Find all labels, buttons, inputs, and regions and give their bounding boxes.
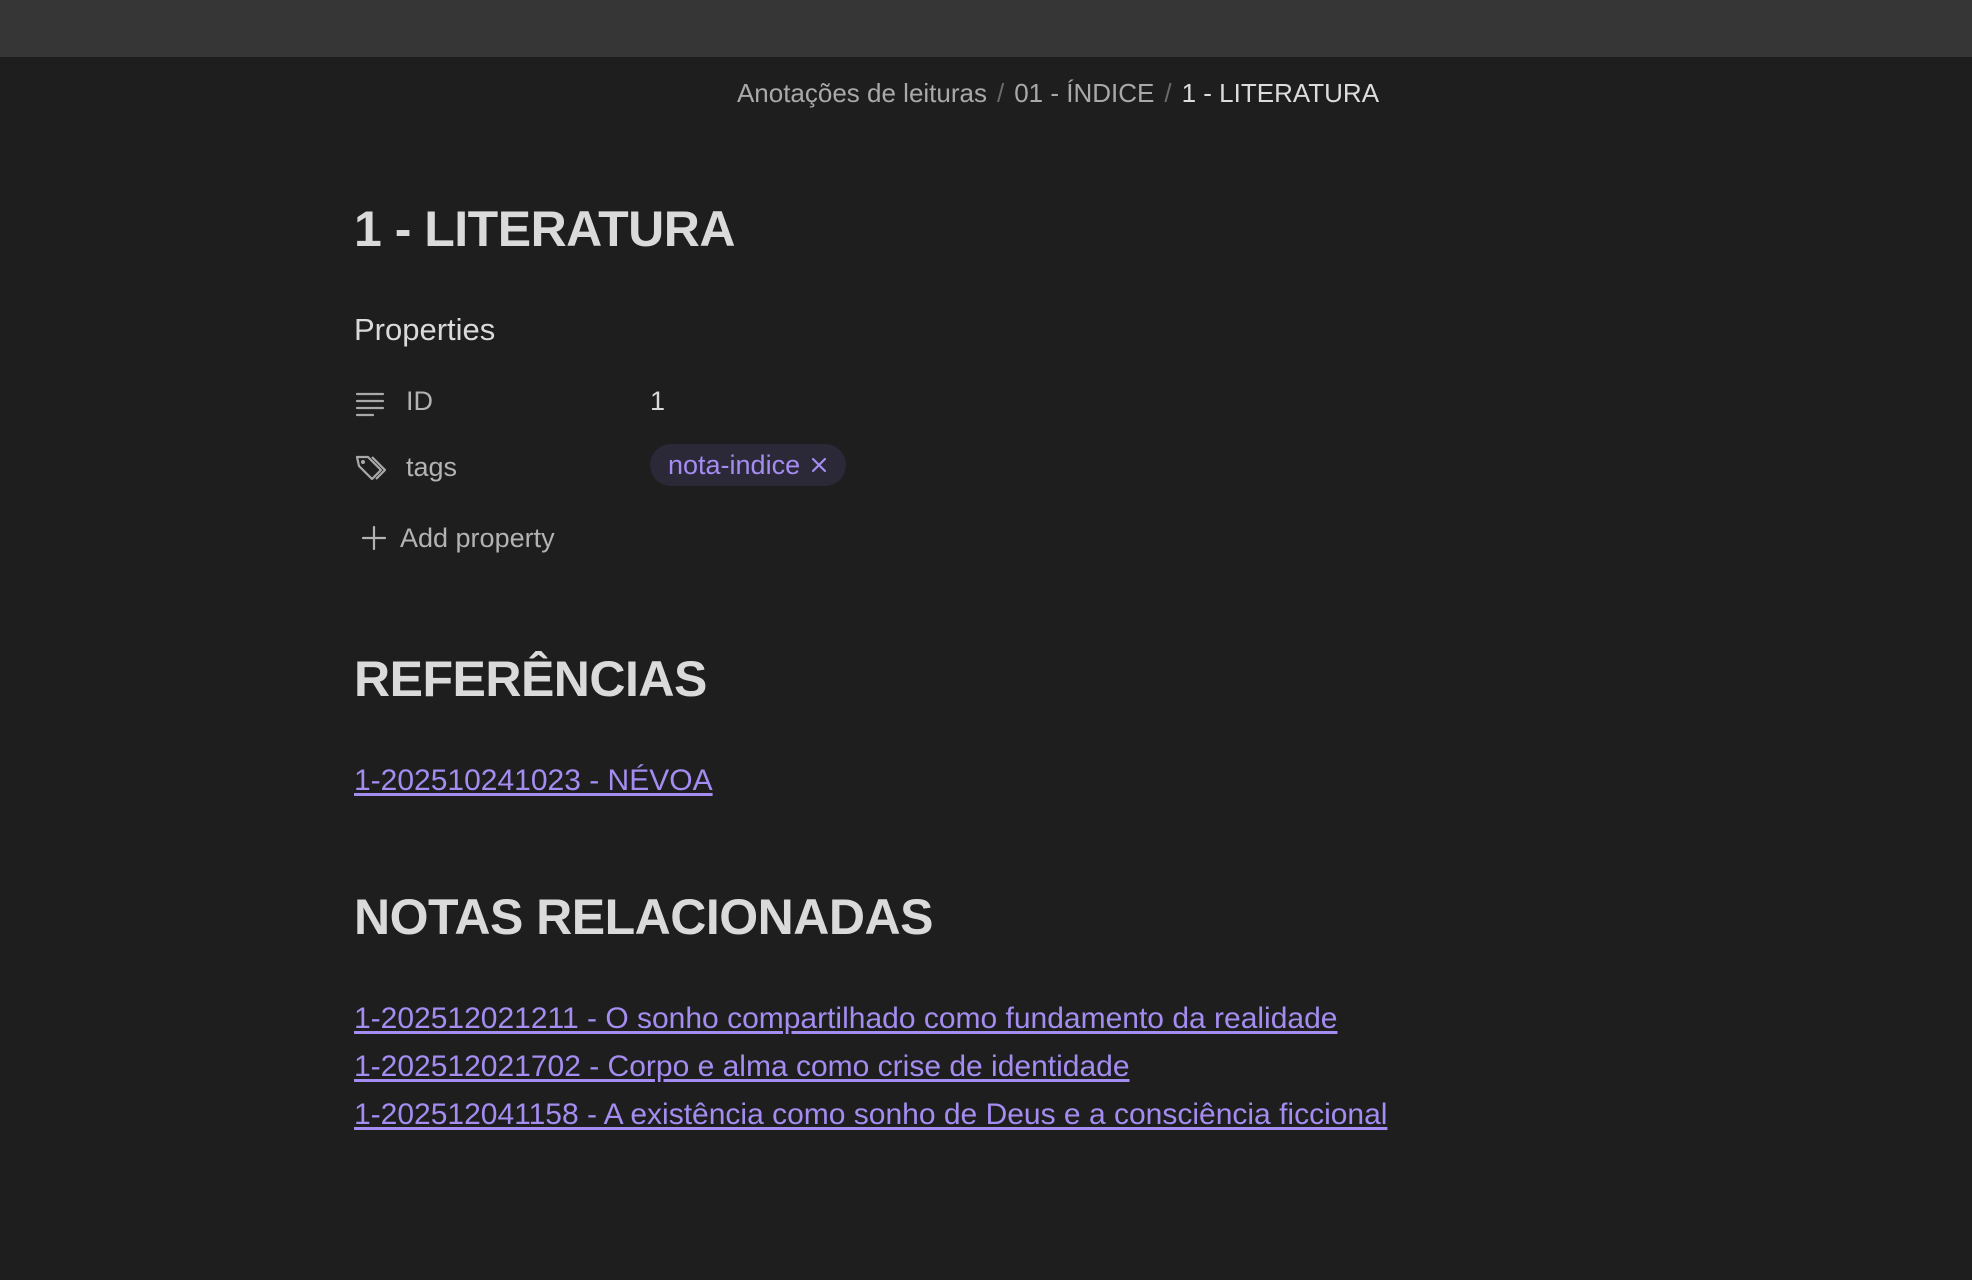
- internal-link[interactable]: 1-202512021211 - O sonho compartilhado c…: [354, 1002, 1337, 1036]
- property-row-id: ID 1: [354, 378, 1254, 426]
- internal-link[interactable]: 1-202510241023 - NÉVOA: [354, 764, 713, 798]
- page-title[interactable]: 1 - LITERATURA: [354, 200, 735, 258]
- title-bar: [0, 0, 1972, 57]
- internal-link[interactable]: 1-202512021702 - Corpo e alma como crise…: [354, 1050, 1130, 1084]
- plus-icon: [361, 525, 387, 551]
- add-property-button[interactable]: Add property: [360, 518, 555, 558]
- tag-pill[interactable]: nota-indice: [650, 444, 847, 486]
- close-icon[interactable]: [810, 456, 828, 474]
- breadcrumb-item-folder[interactable]: 01 - ÍNDICE: [1014, 78, 1154, 108]
- text-lines-icon[interactable]: [354, 386, 386, 418]
- property-row-tags: tags nota-indice: [354, 444, 1254, 492]
- breadcrumb-item-current[interactable]: 1 - LITERATURA: [1182, 78, 1379, 108]
- property-key[interactable]: ID: [406, 386, 433, 417]
- property-key[interactable]: tags: [406, 452, 457, 483]
- section-heading-referencias[interactable]: REFERÊNCIAS: [354, 650, 707, 708]
- property-value[interactable]: 1: [650, 386, 665, 417]
- tags-icon[interactable]: [354, 452, 386, 484]
- internal-link[interactable]: 1-202512041158 - A existência como sonho…: [354, 1098, 1387, 1132]
- breadcrumb-item-vault[interactable]: Anotações de leituras: [737, 78, 987, 108]
- breadcrumb-separator: /: [1164, 78, 1172, 108]
- add-property-label: Add property: [400, 522, 555, 553]
- breadcrumb-separator: /: [996, 78, 1005, 108]
- section-heading-notas-relacionadas[interactable]: NOTAS RELACIONADAS: [354, 888, 933, 946]
- tag-label[interactable]: nota-indice: [668, 450, 800, 481]
- properties-heading[interactable]: Properties: [354, 312, 495, 348]
- breadcrumb: Anotações de leituras / 01 - ÍNDICE / 1 - LI…: [0, 78, 1972, 109]
